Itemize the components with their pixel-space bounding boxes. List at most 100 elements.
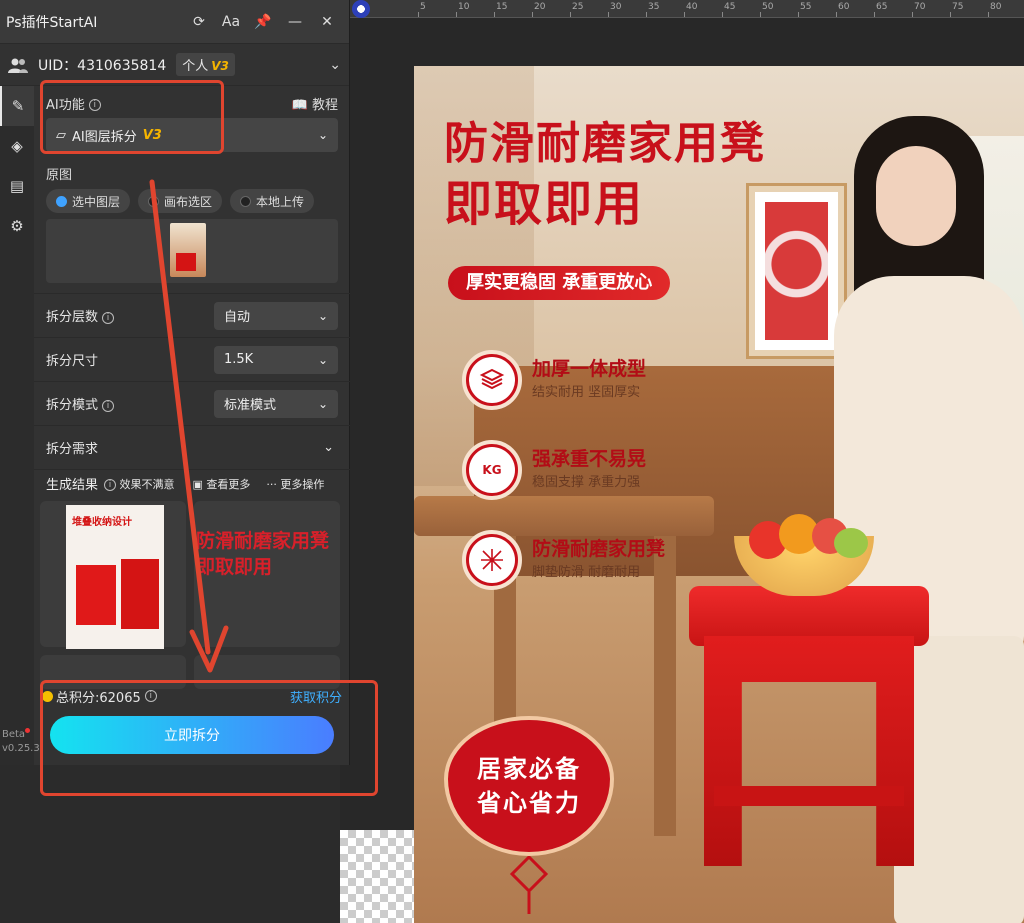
layers-icon: ◈ [11, 137, 23, 155]
seal-line-2: 省心省力 [477, 789, 581, 817]
tagline-pill: 厚实更稳固 承重更放心 [448, 266, 671, 300]
document-canvas[interactable]: 防滑耐磨家用凳 即取即用 厚实更稳固 承重更放心 加厚一体成型 结实耐用 坚固厚… [414, 66, 1024, 923]
split-now-button[interactable]: 立即拆分 [50, 716, 334, 754]
ruler-tick-label: 40 [686, 2, 698, 12]
chevron-down-icon[interactable]: ⌄ [329, 57, 341, 73]
source-option-upload[interactable]: 本地上传 [230, 189, 315, 213]
points-row: 总积分:62065 i 获取积分 [34, 682, 350, 710]
info-icon[interactable]: i [88, 99, 101, 111]
sidebar-item-notes[interactable]: ▤ [0, 166, 34, 206]
source-option-layer[interactable]: 选中图层 [46, 189, 131, 213]
promo-seal: 居家必备 省心省力 [444, 716, 614, 856]
ai-function-select[interactable]: ▱ AI图层拆分 V3 ⌄ [46, 118, 338, 152]
transparent-area [340, 830, 414, 923]
tutorial-link[interactable]: 📖 教程 [292, 94, 338, 113]
minimize-icon[interactable]: — [279, 14, 311, 30]
radio-icon [240, 195, 252, 207]
headline-line-2: 即取即用 [444, 176, 645, 232]
chevron-down-icon: ⌄ [317, 128, 328, 142]
layers-icon [479, 368, 505, 390]
feature-subtitle: 稳固支撑 承重力强 [532, 475, 641, 490]
chevron-down-icon: ⌄ [317, 396, 328, 411]
result-thumbnail: 堆叠收纳设计 [66, 505, 164, 649]
view-more-text: 查看更多 [206, 477, 251, 491]
source-option-canvas[interactable]: 画布选区 [138, 189, 223, 213]
ruler-tick-label: 60 [838, 2, 850, 12]
feature-title: 加厚一体成型 [532, 358, 647, 380]
split-demand-row[interactable]: 拆分需求 ⌄ [34, 425, 350, 469]
ruler-tick-mark [988, 12, 989, 17]
results-bar: 生成结果 i 效果不满意 ▣ 查看更多 ··· 更多操作 [34, 469, 350, 497]
ruler-tick-label: 65 [876, 2, 888, 12]
close-icon[interactable]: ✕ [311, 14, 343, 30]
users-icon [8, 58, 28, 73]
seal-line-1: 居家必备 [477, 755, 581, 783]
sidebar-item-edit[interactable]: ✎ [0, 86, 34, 126]
split-mode-label: 拆分模式 i [46, 394, 214, 413]
unsatisfied-link[interactable]: i 效果不满意 [104, 476, 175, 492]
document-icon: ▱ [56, 127, 66, 143]
split-size-select[interactable]: 1.5K ⌄ [214, 345, 338, 374]
result-text-layer: 防滑耐磨家用凳 即取即用 [196, 528, 329, 580]
result-text-line-2: 即取即用 [196, 556, 273, 578]
info-icon[interactable]: i [102, 399, 115, 412]
split-layers-value: 自动 [224, 310, 251, 325]
split-size-label: 拆分尺寸 [46, 354, 99, 369]
grid-pattern-icon [481, 549, 503, 571]
ruler-tick-mark [532, 12, 533, 17]
pin-icon[interactable]: 📌 [247, 14, 279, 30]
split-size-value: 1.5K [224, 352, 254, 367]
ruler-tick-label: 50 [762, 2, 774, 12]
result-card[interactable]: 堆叠收纳设计 [40, 501, 186, 649]
feature-item: 防滑耐磨家用凳 脚垫防滑 耐磨耐用 [462, 530, 665, 590]
chevron-down-icon: ⌄ [323, 440, 334, 455]
sidebar-item-layers[interactable]: ◈ [0, 126, 34, 166]
get-points-link[interactable]: 获取积分 [290, 687, 342, 706]
source-preview[interactable] [46, 219, 338, 283]
info-icon[interactable]: i [144, 690, 157, 702]
ruler-tick-mark [646, 12, 647, 17]
split-size-row: 拆分尺寸 1.5K ⌄ [34, 337, 350, 381]
info-icon[interactable]: i [102, 311, 115, 324]
ruler-tick-mark [836, 12, 837, 17]
user-bar[interactable]: UID：4310635814 个人 V3 ⌄ [0, 44, 349, 86]
more-actions-link[interactable]: ··· 更多操作 [266, 476, 324, 492]
plugin-panel: Ps插件StartAI ⟳ Aa 📌 — ✕ UID：4310635814 个人… [0, 0, 350, 765]
panel-footer: 总积分:62065 i 获取积分 立即拆分 [34, 682, 350, 767]
feature-subtitle: 结实耐用 坚固厚实 [532, 385, 641, 400]
ai-function-version: V3 [142, 127, 162, 143]
unsatisfied-text: 效果不满意 [119, 477, 175, 491]
red-stool-crossbar [714, 786, 904, 806]
result-text-line-1: 防滑耐磨家用凳 [196, 530, 330, 552]
feature-item: KG 强承重不易晃 稳固支撑 承重力强 [462, 440, 646, 500]
ruler-tick-label: 25 [572, 2, 584, 12]
ruler-tick-label: 5 [420, 2, 426, 12]
pen-icon: ✎ [11, 97, 25, 115]
split-layers-select[interactable]: 自动 ⌄ [214, 301, 338, 330]
ai-function-text: AI功能 [46, 97, 85, 113]
source-thumbnail [170, 223, 206, 277]
view-more-link[interactable]: ▣ 查看更多 [193, 476, 251, 492]
split-mode-select[interactable]: 标准模式 ⌄ [214, 389, 338, 418]
horizontal-ruler: 5 10 15 20 25 30 35 40 45 50 55 60 65 70 75 80 [340, 0, 1024, 18]
split-demand-label: 拆分需求 [46, 442, 99, 457]
font-size-button[interactable]: Aa [215, 14, 247, 30]
split-layers-row: 拆分层数 i 自动 ⌄ [34, 293, 350, 337]
grapes [834, 528, 868, 558]
source-options: 选中图层 画布选区 本地上传 [46, 189, 338, 213]
ruler-tick-mark [418, 12, 419, 17]
feature-title: 强承重不易晃 [532, 448, 647, 470]
result-thumb-title: 堆叠收纳设计 [72, 517, 132, 528]
ruler-tick-mark [570, 12, 571, 17]
plan-name: 个人 [182, 59, 209, 74]
refresh-icon[interactable]: ⟳ [183, 14, 215, 30]
uid-label: UID：4310635814 [38, 57, 167, 74]
chinese-knot-icon [509, 856, 549, 914]
chevron-down-icon: ⌄ [317, 352, 328, 367]
headline-line-1: 防滑耐磨家用凳 [444, 118, 766, 169]
sidebar-item-settings[interactable]: ⚙ [0, 206, 34, 246]
ruler-tick-label: 70 [914, 2, 926, 12]
ruler-tick-mark [760, 12, 761, 17]
split-layers-label: 拆分层数 i [46, 306, 214, 325]
split-mode-value: 标准模式 [224, 398, 277, 413]
